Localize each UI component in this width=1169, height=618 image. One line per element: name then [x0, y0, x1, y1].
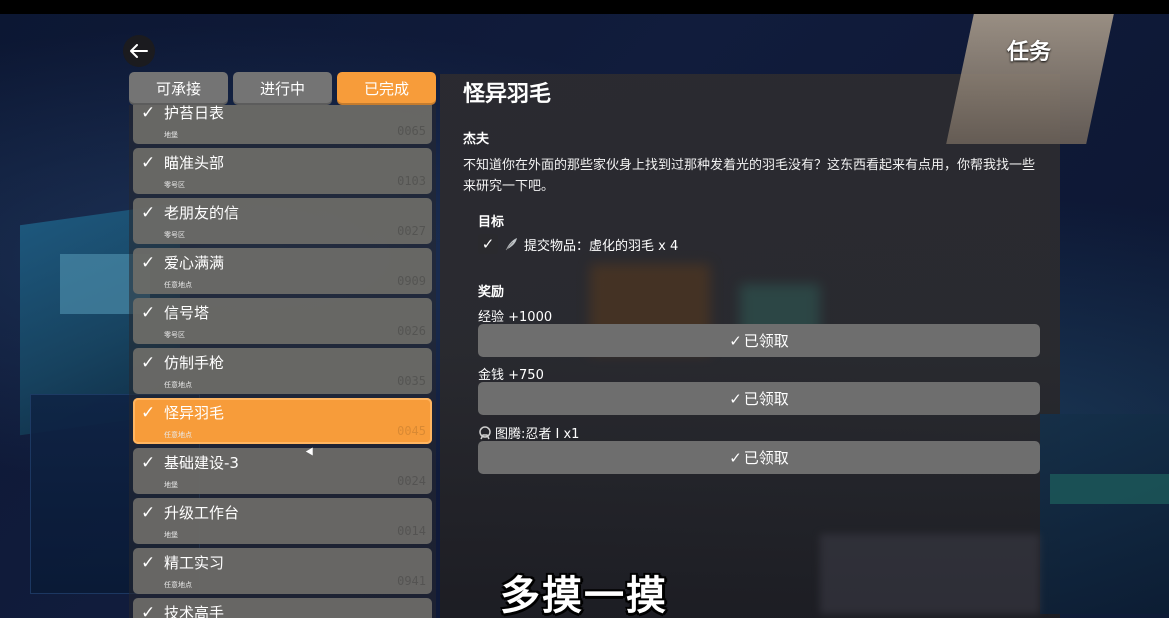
quest-location: 任意地点 [164, 381, 192, 389]
claim-exp-button[interactable]: ✓ 已领取 [478, 324, 1040, 357]
quest-location: 地堡 [164, 531, 178, 539]
quest-description: 不知道你在外面的那些家伙身上找到过那种发着光的羽毛没有？这东西看起来有点用，你帮… [463, 158, 1036, 195]
reward-totem-label: 图腾:忍者 Ⅰ x1 [495, 427, 580, 442]
reward-money-label: 金钱 +750 [478, 368, 544, 383]
quest-list-item[interactable]: ✓ 技术高手 [133, 598, 432, 618]
check-icon: ✓ [141, 553, 156, 573]
quest-name: 老朋友的信 [164, 204, 240, 222]
quest-name: 爱心满满 [164, 254, 225, 272]
tab-available[interactable]: 可承接 [129, 72, 228, 105]
quest-giver: 杰夫 [463, 132, 490, 147]
check-icon: ✓ [141, 253, 156, 273]
claim-totem-button[interactable]: ✓ 已领取 [478, 441, 1040, 474]
quest-list[interactable]: ✓ 护苔日表 地堡 0065 ✓ 瞄准头部 零号区 0103 ✓ 老朋友的信 零号区 0027 ✓ 爱心满… [129, 105, 436, 618]
rewards-label: 奖励 [478, 285, 505, 300]
objective-checkbox: ✓ [478, 234, 498, 254]
quest-code: 0027 [397, 224, 426, 238]
feather-icon [505, 238, 517, 251]
quest-code: 0103 [397, 174, 426, 188]
quest-list-item[interactable]: ✓ 升级工作台地堡 0014 [133, 498, 432, 544]
check-icon: ✓ [141, 303, 156, 323]
tab-in-progress[interactable]: 进行中 [233, 72, 332, 105]
quest-name: 基础建设-3 [164, 454, 239, 472]
arrow-left-icon [130, 44, 148, 58]
quest-location: 地堡 [164, 481, 178, 489]
claim-button-label: 已领取 [743, 390, 789, 408]
quest-list-item[interactable]: ✓ 老朋友的信零号区 0027 [133, 198, 432, 244]
quest-detail: 怪异羽毛 杰夫 不知道你在外面的那些家伙身上找到过那种发着光的羽毛没有？这东西看… [463, 76, 1043, 198]
bg-structure [1040, 414, 1169, 614]
quest-list-item[interactable]: ✓ 爱心满满任意地点 0909 [133, 248, 432, 294]
check-icon: ✓ [729, 448, 742, 467]
check-icon: ✓ [729, 331, 742, 350]
claim-button-label: 已领取 [743, 332, 789, 350]
quest-name: 瞄准头部 [164, 154, 225, 172]
check-icon: ✓ [141, 603, 156, 618]
back-button[interactable] [123, 35, 155, 67]
quest-code: 0014 [397, 524, 426, 538]
quest-code: 0065 [397, 124, 426, 138]
check-icon: ✓ [141, 105, 156, 123]
claim-button-label: 已领取 [743, 449, 789, 467]
quest-tabs: 可承接 进行中 已完成 [129, 72, 436, 105]
check-icon: ✓ [141, 153, 156, 173]
quest-location: 任意地点 [164, 431, 192, 439]
quest-name: 仿制手枪 [164, 354, 225, 372]
quest-list-item[interactable]: ✓ 瞄准头部零号区 0103 [133, 148, 432, 194]
video-subtitle: 多摸一摸 [500, 573, 668, 618]
quest-name: 技术高手 [164, 604, 225, 618]
reward-exp-label: 经验 +1000 [478, 310, 553, 325]
quest-code: 0045 [397, 424, 426, 438]
quest-code: 0035 [397, 374, 426, 388]
quest-list-item[interactable]: ✓ 精工实习任意地点 0941 [133, 548, 432, 594]
quest-name: 怪异羽毛 [164, 404, 225, 422]
quest-location: 任意地点 [164, 281, 192, 289]
quest-name: 护苔日表 [164, 105, 225, 122]
check-icon: ✓ [141, 353, 156, 373]
claim-money-button[interactable]: ✓ 已领取 [478, 382, 1040, 415]
quest-code: 0024 [397, 474, 426, 488]
bg-structure [1050, 474, 1169, 504]
quest-code: 0909 [397, 274, 426, 288]
quest-list-item[interactable]: ✓ 信号塔零号区 0026 [133, 298, 432, 344]
quest-title: 怪异羽毛 [463, 82, 552, 107]
check-icon: ✓ [141, 203, 156, 223]
quest-code: 0026 [397, 324, 426, 338]
objective-text: 提交物品：虚化的羽毛 x 4 [524, 238, 679, 254]
quest-location: 零号区 [164, 331, 185, 339]
quest-location: 零号区 [164, 181, 185, 189]
quest-location: 任意地点 [164, 581, 192, 589]
check-icon: ✓ [729, 389, 742, 408]
check-icon: ✓ [141, 403, 156, 423]
quest-list-item[interactable]: ✓ 护苔日表地堡 0065 [133, 105, 432, 144]
objectives-label: 目标 [478, 215, 505, 230]
quest-list-items: ✓ 护苔日表 地堡 0065 ✓ 瞄准头部 零号区 0103 ✓ 老朋友的信 零号区 0027 ✓ 爱心满… [133, 105, 432, 618]
quest-name: 精工实习 [164, 554, 225, 572]
quest-list-item[interactable]: ✓ 基础建设-3 地堡 0024 [133, 448, 432, 494]
page-title: 任务 [1006, 40, 1051, 65]
quest-location: 地堡 [164, 131, 178, 139]
reward-totem-row: 图腾:忍者 Ⅰ x1 [478, 423, 579, 442]
objective-row: ✓ 提交物品：虚化的羽毛 x 4 [478, 234, 678, 254]
quest-list-item[interactable]: ✓ 怪异羽毛任意地点 0045 [133, 398, 432, 444]
quest-name: 升级工作台 [164, 504, 240, 522]
bg-object [820, 534, 1040, 614]
check-icon: ✓ [141, 453, 156, 473]
totem-icon [479, 426, 491, 440]
tab-completed[interactable]: 已完成 [337, 72, 436, 105]
quest-list-item[interactable]: ✓ 仿制手枪任意地点 0035 [133, 348, 432, 394]
quest-code: 0941 [397, 574, 426, 588]
quest-name: 信号塔 [164, 304, 210, 322]
check-icon: ✓ [141, 503, 156, 523]
quest-location: 零号区 [164, 231, 185, 239]
